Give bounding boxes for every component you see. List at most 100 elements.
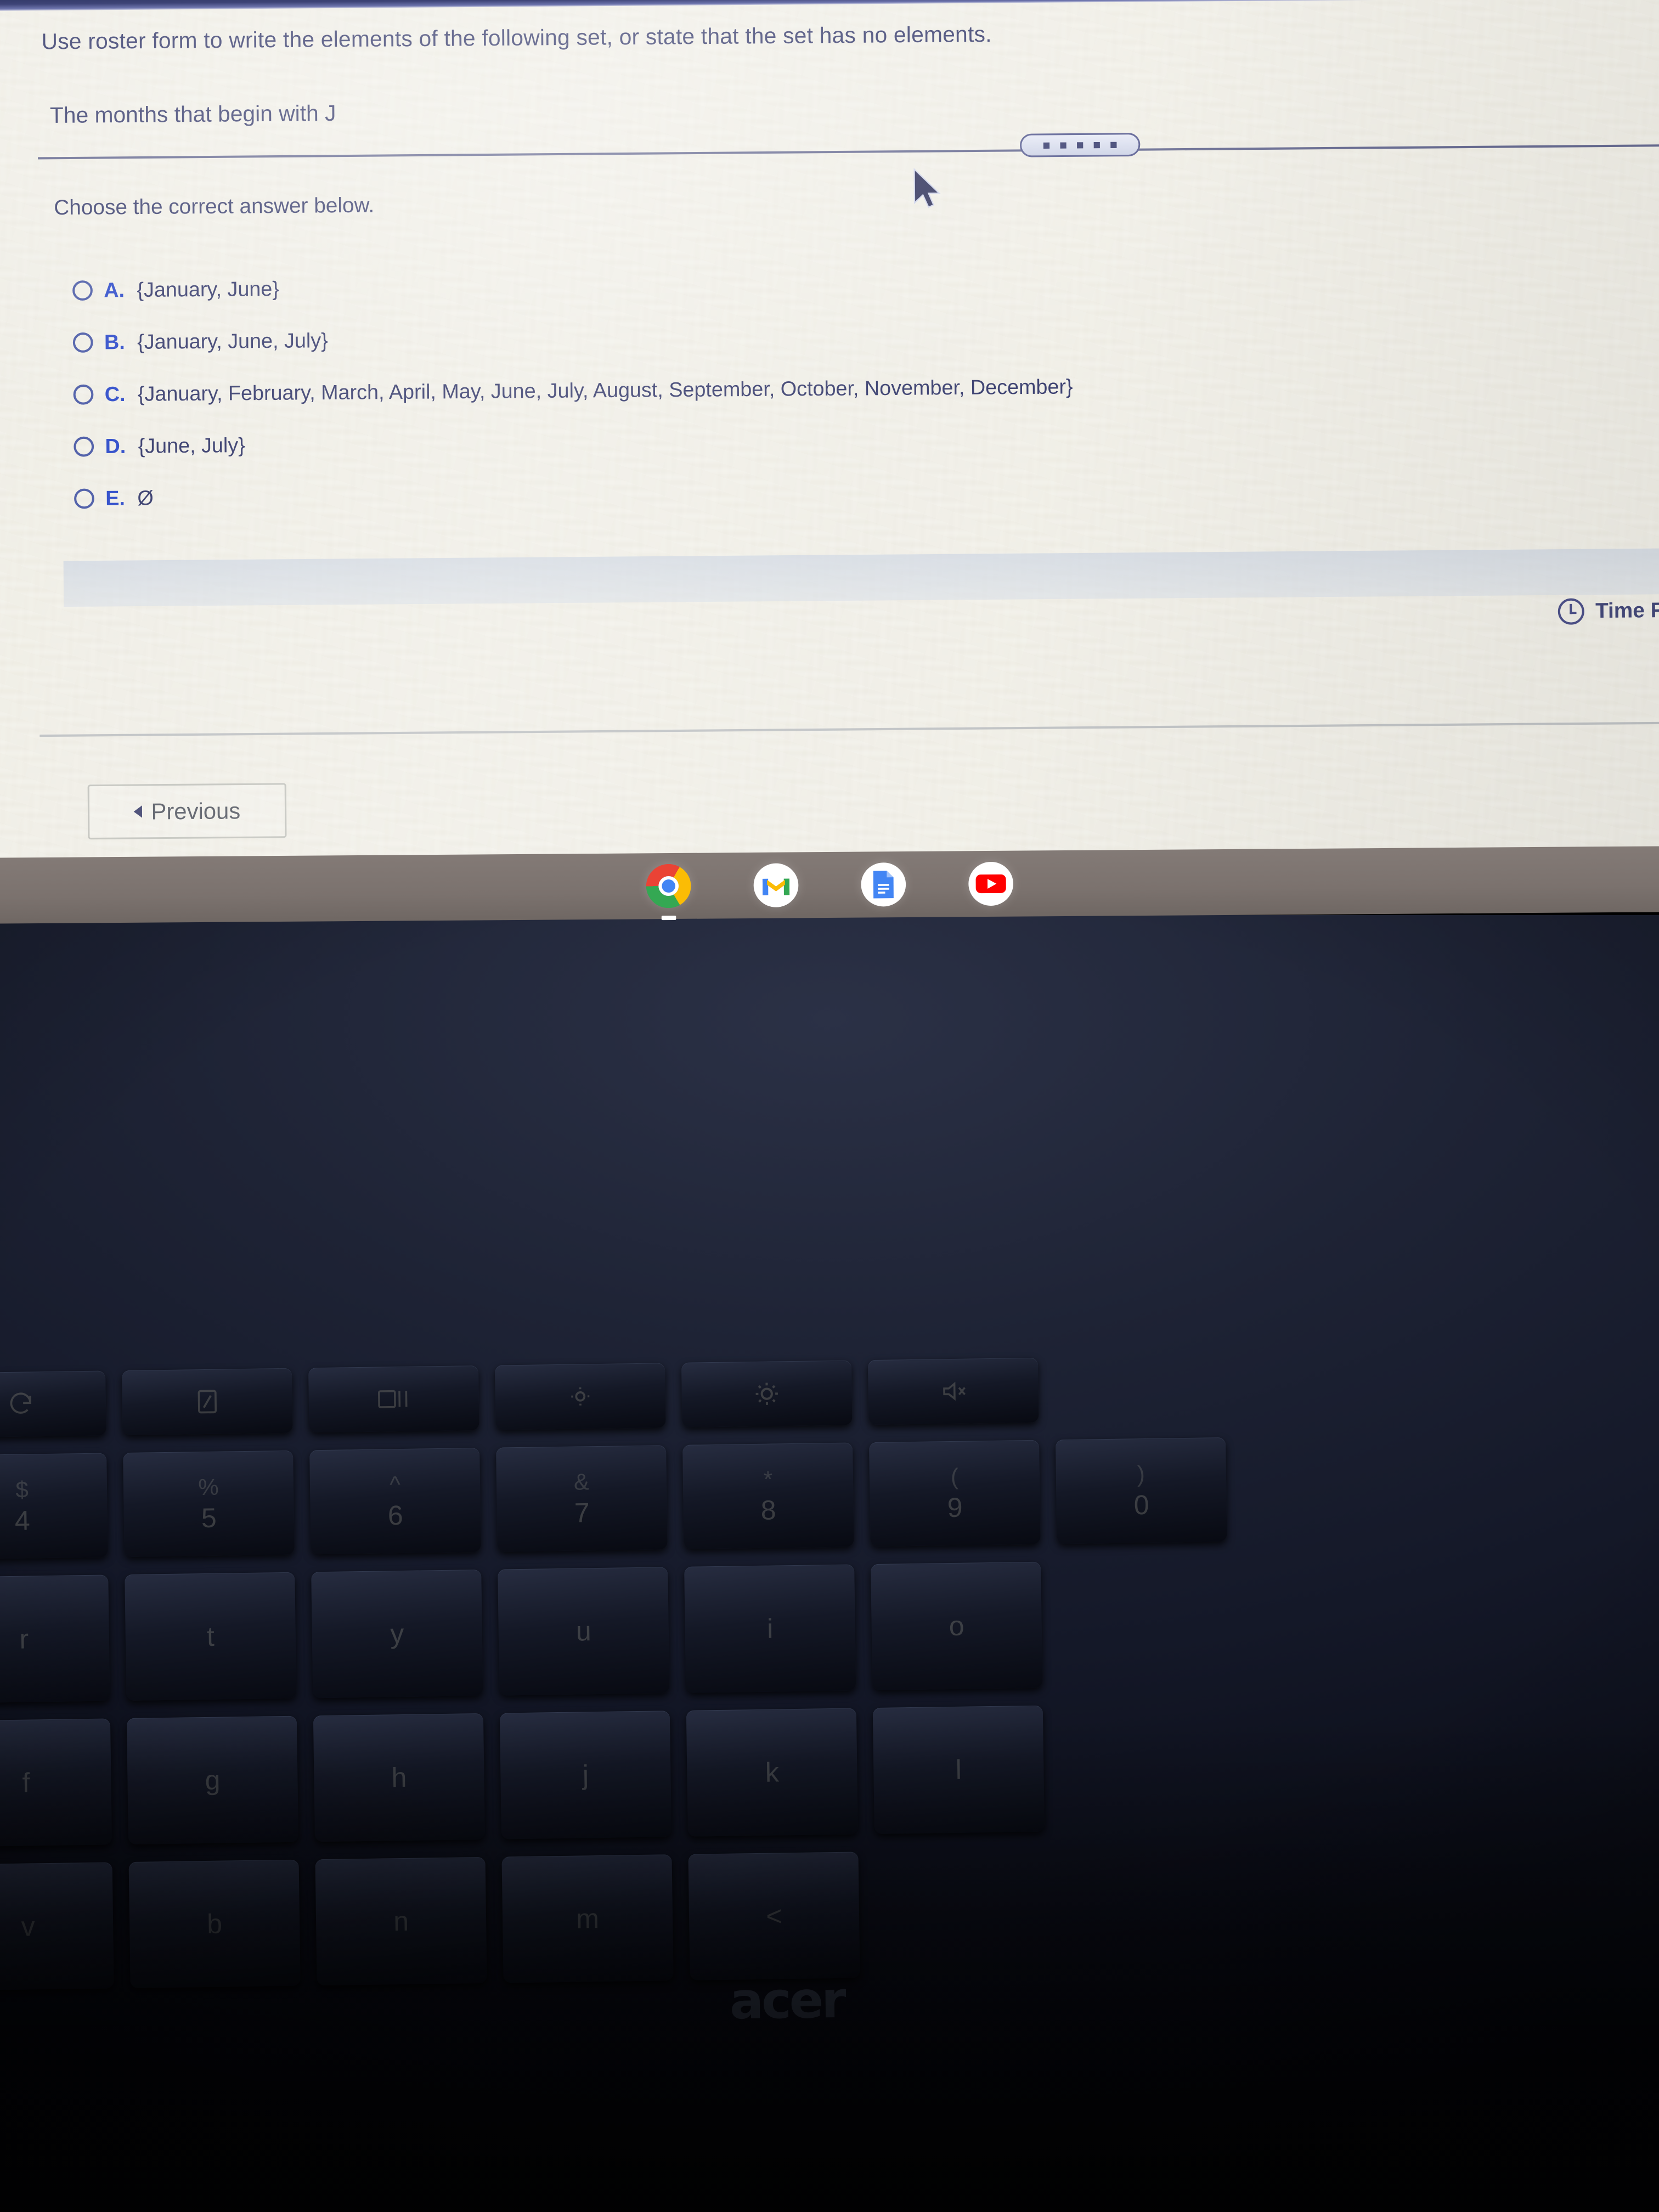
laptop-photo: Use roster form to write the elements of… [0, 0, 1659, 2212]
key-f-label: f [22, 1767, 30, 1798]
option-text-e: Ø [137, 486, 154, 510]
key-o-label: o [949, 1610, 964, 1642]
panel-splitter-line [38, 144, 1659, 160]
key-v-label: v [21, 1911, 36, 1942]
key-v[interactable]: v [0, 1862, 114, 1991]
question-prompt: Use roster form to write the elements of… [41, 22, 992, 54]
option-letter-c: C. [104, 382, 126, 405]
option-letter-a: A. [104, 278, 125, 302]
key-mute[interactable] [867, 1357, 1039, 1425]
key-9-shift-label: ( [950, 1463, 959, 1489]
key-5-shift-label: % [198, 1474, 219, 1500]
footer-divider [40, 721, 1659, 737]
chrome-icon[interactable] [646, 864, 691, 921]
acer-brand-logo: acer [729, 1970, 844, 2031]
exam-question-panel: Use roster form to write the elements of… [0, 0, 1659, 870]
key-reload[interactable] [0, 1370, 106, 1438]
key-9[interactable]: ( 9 [869, 1440, 1041, 1547]
choose-answer-instruction: Choose the correct answer below. [54, 193, 375, 220]
key-5[interactable]: % 5 [123, 1450, 295, 1558]
key-g[interactable]: g [126, 1716, 299, 1844]
key-9-label: 9 [947, 1492, 963, 1523]
key-comma[interactable]: < [688, 1852, 860, 1980]
key-7-label: 7 [574, 1497, 590, 1528]
key-4[interactable]: $ 4 [0, 1453, 108, 1560]
key-g-label: g [205, 1764, 221, 1796]
option-letter-b: B. [104, 330, 125, 353]
key-k[interactable]: k [686, 1708, 858, 1837]
key-k-label: k [765, 1757, 780, 1788]
key-n[interactable]: n [315, 1857, 487, 1986]
radio-button-c[interactable] [73, 384, 94, 405]
key-i-label: i [766, 1613, 774, 1644]
option-row-e[interactable]: E. Ø [74, 461, 1585, 524]
option-text-b: {January, June, July} [137, 328, 328, 353]
option-letter-e: E. [105, 486, 126, 510]
laptop-base: acer $ 4 % 5 ^ 6 & 7 * 8 (9) 0 r t y u… [0, 915, 1659, 2212]
key-l[interactable]: l [872, 1705, 1045, 1834]
chrome-active-indicator [661, 915, 676, 921]
radio-button-d[interactable] [74, 436, 94, 457]
time-remaining-indicator: Time Rema [1558, 597, 1659, 625]
key-overview-windows[interactable] [308, 1365, 479, 1433]
key-fullscreen[interactable] [122, 1368, 293, 1436]
key-brightness-down[interactable] [494, 1363, 666, 1430]
key-6[interactable]: ^ 6 [309, 1447, 481, 1555]
key-t-label: t [206, 1621, 215, 1652]
key-u[interactable]: u [498, 1567, 670, 1696]
gmail-icon[interactable] [753, 863, 799, 907]
key-b-label: b [206, 1908, 223, 1939]
panel-splitter-grip[interactable] [1019, 133, 1141, 157]
key-r-label: r [19, 1623, 29, 1655]
key-i[interactable]: i [684, 1564, 856, 1693]
clock-icon [1558, 598, 1584, 625]
key-5-label: 5 [201, 1502, 217, 1534]
key-0-shift-label: ) [1137, 1461, 1146, 1487]
key-7[interactable]: & 7 [496, 1445, 668, 1552]
key-7-shift-label: & [573, 1469, 590, 1495]
youtube-icon[interactable] [968, 861, 1014, 906]
left-arrow-icon [133, 805, 143, 818]
previous-button-label: Previous [151, 797, 241, 825]
option-text-d: {June, July} [138, 433, 245, 458]
key-4-shift-label: $ [15, 1476, 29, 1503]
key-6-shift-label: ^ [389, 1471, 401, 1498]
mouse-cursor-icon [912, 167, 944, 211]
keyboard-number-row: $ 4 % 5 ^ 6 & 7 * 8 (9) 0 [0, 1430, 1659, 1560]
key-m-label: m [575, 1903, 600, 1934]
radio-button-e[interactable] [74, 488, 94, 509]
question-subject: The months that begin with J [49, 101, 336, 128]
option-text-c: {January, February, March, April, May, J… [137, 375, 1073, 405]
key-8[interactable]: * 8 [682, 1442, 854, 1549]
option-letter-d: D. [105, 434, 126, 458]
chromebook-screen: Use roster form to write the elements of… [0, 0, 1659, 878]
key-j[interactable]: j [499, 1711, 672, 1839]
key-brightness-up[interactable] [681, 1360, 853, 1427]
key-0[interactable]: ) 0 [1055, 1437, 1227, 1544]
radio-button-a[interactable] [72, 280, 93, 301]
key-m[interactable]: m [501, 1854, 674, 1983]
key-y[interactable]: y [311, 1569, 483, 1699]
key-6-label: 6 [387, 1499, 404, 1531]
key-r[interactable]: r [0, 1575, 110, 1703]
time-remaining-label: Time Rema [1595, 598, 1659, 623]
key-h[interactable]: h [313, 1713, 486, 1842]
key-u-label: u [575, 1616, 592, 1647]
keyboard-bottom-letter-row: v b n m < [0, 1839, 1659, 1991]
option-text-a: {January, June} [137, 276, 280, 301]
previous-button[interactable]: Previous [87, 783, 287, 840]
key-comma-label: < [766, 1900, 783, 1932]
radio-button-b[interactable] [72, 332, 93, 353]
key-o[interactable]: o [871, 1561, 1043, 1691]
key-l-label: l [955, 1754, 962, 1785]
key-n-label: n [393, 1905, 409, 1937]
chromeos-shelf [0, 846, 1659, 924]
key-8-label: 8 [760, 1494, 777, 1526]
google-docs-icon[interactable] [861, 862, 906, 907]
key-b[interactable]: b [128, 1859, 301, 1988]
key-j-label: j [582, 1759, 589, 1791]
keyboard: $ 4 % 5 ^ 6 & 7 * 8 (9) 0 r t y u i o … [0, 1348, 1659, 2008]
keyboard-home-row: f g h j k l [0, 1696, 1659, 1847]
key-f[interactable]: f [0, 1718, 112, 1847]
key-t[interactable]: t [125, 1572, 297, 1701]
